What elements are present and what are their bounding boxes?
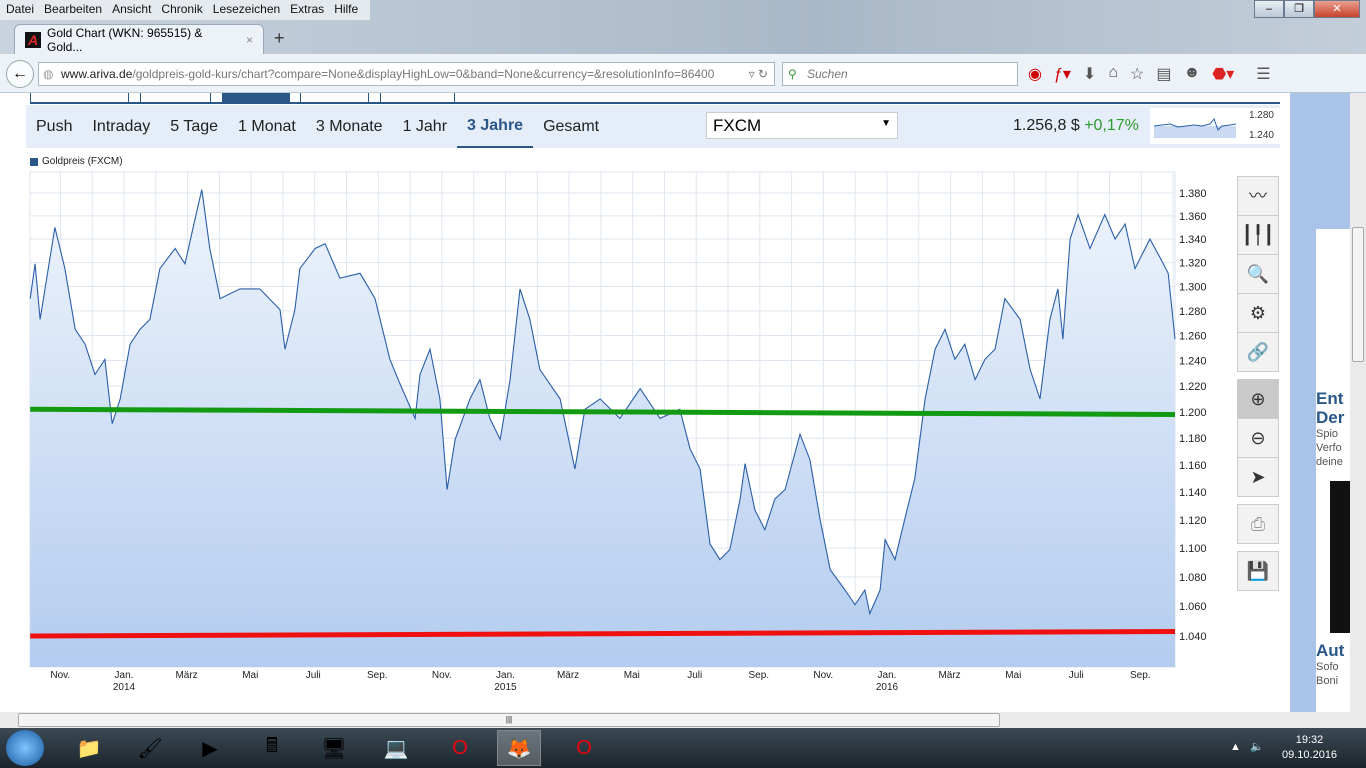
quote: 1.256,8 $ +0,17% bbox=[1013, 117, 1139, 135]
download-icon[interactable]: ⬇ bbox=[1083, 64, 1096, 84]
menu-lesezeichen[interactable]: Lesezeichen bbox=[213, 2, 280, 18]
ad-headline-2: Der bbox=[1316, 408, 1345, 427]
flash-icon[interactable]: ƒ▾ bbox=[1054, 64, 1071, 84]
settings-icon[interactable]: ⚙ bbox=[1237, 293, 1279, 333]
menu-bar: Datei Bearbeiten Ansicht Chronik Lesezei… bbox=[0, 0, 370, 20]
ad-text: deine bbox=[1316, 456, 1343, 468]
period-gesamt[interactable]: Gesamt bbox=[533, 105, 609, 148]
menu-ansicht[interactable]: Ansicht bbox=[112, 2, 151, 18]
chat-icon[interactable]: ☻ bbox=[1183, 64, 1200, 84]
horizontal-scroll-thumb[interactable]: ||| bbox=[18, 713, 1000, 727]
reading-list-icon[interactable]: ▤ bbox=[1156, 64, 1171, 84]
url-path: /goldpreis-gold-kurs/chart?compare=None&… bbox=[132, 67, 715, 81]
print-icon[interactable]: ⎙ bbox=[1237, 504, 1279, 544]
ad-headline-3: Aut bbox=[1316, 641, 1345, 660]
browser-tab-active[interactable]: A Gold Chart (WKN: 965515) & Gold... × bbox=[14, 24, 264, 54]
period-intraday[interactable]: Intraday bbox=[82, 105, 160, 148]
explorer-icon[interactable]: 📁 bbox=[67, 730, 111, 766]
paint-icon[interactable]: 🖌 bbox=[128, 730, 172, 766]
minimize-button[interactable]: – bbox=[1254, 0, 1284, 18]
toolbar-icons: ◉ ƒ▾ ⬇ ⌂ ☆ ▤ ☻ ⬣▾ ☰ bbox=[1028, 64, 1271, 84]
menu-chronik[interactable]: Chronik bbox=[161, 2, 202, 18]
zoom-in-icon[interactable]: ⊕ bbox=[1237, 379, 1279, 419]
period-3-monate[interactable]: 3 Monate bbox=[306, 105, 393, 148]
chevron-down-icon: ▼ bbox=[881, 118, 891, 129]
tray-icons[interactable]: ▲ 🔈 bbox=[1230, 740, 1264, 753]
remote-desktop-icon[interactable]: 🖥 bbox=[312, 730, 356, 766]
firefox-icon[interactable]: 🦊 bbox=[497, 730, 541, 766]
mini-label-low: 1.240 bbox=[1248, 130, 1274, 141]
mini-chart-line bbox=[1153, 117, 1237, 138]
menu-extras[interactable]: Extras bbox=[290, 2, 324, 18]
mini-label-high: 1.280 bbox=[1248, 110, 1274, 121]
ad-image bbox=[1330, 481, 1350, 633]
legend-label: Goldpreis (FXCM) bbox=[42, 156, 123, 167]
reload-icon[interactable]: ▿ ↻ bbox=[734, 67, 768, 81]
search-input[interactable]: ⚲ Suchen bbox=[782, 62, 1018, 86]
start-button[interactable] bbox=[6, 730, 44, 766]
url-host: www.ariva.de bbox=[61, 67, 133, 81]
back-button[interactable]: ← bbox=[6, 60, 34, 88]
adblock-icon[interactable]: ⬣▾ bbox=[1212, 64, 1234, 84]
exchange-select[interactable]: FXCM ▼ bbox=[706, 112, 898, 139]
search-placeholder: Suchen bbox=[807, 67, 848, 81]
close-window-button[interactable]: ✕ bbox=[1314, 0, 1360, 18]
media-player-icon[interactable]: ▶ bbox=[188, 730, 232, 766]
chart-toolbox: 〰 ┃╿┃ 🔍 ⚙ 🔗 ⊕ ⊖ ➤ ⎙ 💾 bbox=[1237, 176, 1279, 591]
window-controls: – ❐ ✕ bbox=[1254, 0, 1360, 18]
clock-time: 19:32 bbox=[1295, 734, 1324, 746]
indicator-search-icon[interactable]: 🔍 bbox=[1237, 254, 1279, 294]
network-icon[interactable]: 💻 bbox=[374, 730, 418, 766]
search-icon: ⚲ bbox=[788, 67, 797, 81]
tab-close-icon[interactable]: × bbox=[246, 33, 253, 47]
calculator-icon[interactable]: 🖩 bbox=[250, 730, 294, 766]
menu-bearbeiten[interactable]: Bearbeiten bbox=[44, 2, 102, 18]
ad-text: Sofo bbox=[1316, 661, 1339, 673]
new-tab-button[interactable]: + bbox=[274, 28, 285, 49]
vertical-scroll-thumb[interactable] bbox=[1352, 227, 1364, 362]
vertical-scrollbar[interactable] bbox=[1350, 93, 1366, 712]
period-5-tage[interactable]: 5 Tage bbox=[160, 105, 228, 148]
zoom-out-icon[interactable]: ⊖ bbox=[1237, 418, 1279, 458]
globe-icon: ◍ bbox=[43, 67, 54, 81]
opera-icon[interactable]: O bbox=[438, 730, 482, 766]
link-icon[interactable]: 🔗 bbox=[1237, 332, 1279, 372]
save-icon[interactable]: 💾 bbox=[1237, 551, 1279, 591]
ad-text: Boni bbox=[1316, 675, 1339, 687]
menu-hilfe[interactable]: Hilfe bbox=[334, 2, 358, 18]
ariva-favicon-icon: A bbox=[25, 31, 41, 48]
home-icon[interactable]: ⌂ bbox=[1108, 64, 1118, 84]
period-1-monat[interactable]: 1 Monat bbox=[228, 105, 306, 148]
advertisement[interactable]: Ent Der Spio Verfo deine Aut Sofo Boni bbox=[1316, 229, 1350, 712]
clock-date: 09.10.2016 bbox=[1282, 749, 1338, 761]
ad-text: Verfo bbox=[1316, 442, 1342, 454]
line-chart-icon[interactable]: 〰 bbox=[1237, 176, 1279, 216]
web-page: Push Intraday 5 Tage 1 Monat 3 Monate 1 … bbox=[0, 93, 1350, 712]
bookmark-star-icon[interactable]: ☆ bbox=[1130, 64, 1144, 84]
ad-text: Spio bbox=[1316, 428, 1339, 440]
hamburger-menu-icon[interactable]: ☰ bbox=[1256, 64, 1270, 84]
maximize-button[interactable]: ❐ bbox=[1284, 0, 1314, 18]
pointer-icon[interactable]: ➤ bbox=[1237, 457, 1279, 497]
navigation-bar: ← ◍ www.ariva.de/goldpreis-gold-kurs/char… bbox=[0, 54, 1366, 93]
period-3-jahre[interactable]: 3 Jahre bbox=[457, 105, 534, 148]
period-push[interactable]: Push bbox=[26, 105, 82, 148]
clock[interactable]: 19:32 09.10.2016 bbox=[1282, 733, 1337, 763]
ad-headline-1: Ent bbox=[1316, 389, 1344, 408]
menu-datei[interactable]: Datei bbox=[6, 2, 34, 18]
chart-legend: Goldpreis (FXCM) bbox=[30, 156, 123, 167]
legend-swatch bbox=[30, 157, 38, 166]
candlestick-icon[interactable]: ┃╿┃ bbox=[1237, 215, 1279, 255]
url-bar[interactable]: ◍ www.ariva.de/goldpreis-gold-kurs/chart?… bbox=[38, 62, 775, 86]
current-price: 1.256,8 $ bbox=[1013, 117, 1080, 134]
record-icon[interactable]: ◉ bbox=[1028, 64, 1042, 84]
price-change: +0,17% bbox=[1084, 117, 1139, 134]
top-nav-strip bbox=[30, 93, 1280, 104]
tab-title: Gold Chart (WKN: 965515) & Gold... bbox=[47, 25, 203, 54]
exchange-value: FXCM bbox=[713, 116, 762, 135]
mini-chart[interactable]: 1.280 1.240 bbox=[1150, 108, 1280, 144]
period-1-jahr[interactable]: 1 Jahr bbox=[393, 105, 457, 148]
opera-icon-2[interactable]: O bbox=[562, 730, 606, 766]
